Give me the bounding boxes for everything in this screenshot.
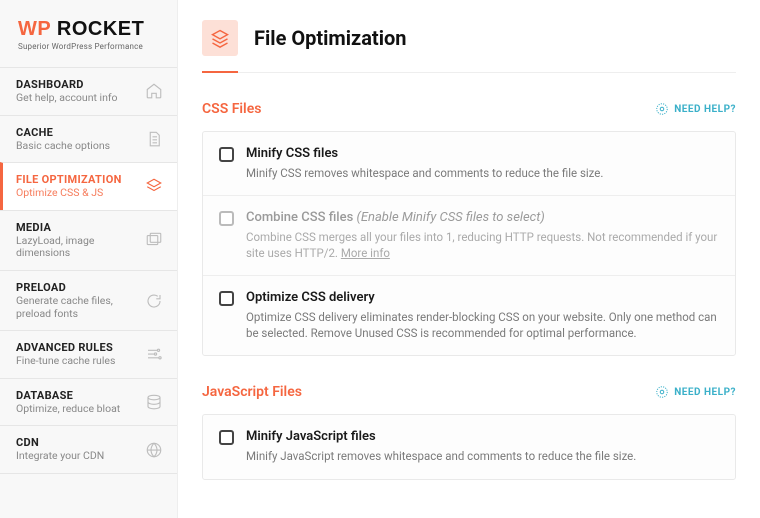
section-head-js: JavaScript Files NEED HELP? — [202, 384, 736, 400]
sidebar-item-advanced-rules[interactable]: ADVANCED RULESFine-tune cache rules — [0, 330, 177, 378]
sidebar-item-cdn[interactable]: CDNIntegrate your CDN — [0, 425, 177, 474]
sidebar-item-dashboard[interactable]: DASHBOARDGet help, account info — [0, 67, 177, 115]
brand-logo: WP ROCKET Superior WordPress Performance — [0, 0, 177, 67]
option-desc: Minify CSS removes whitespace and commen… — [246, 165, 719, 181]
sidebar-item-label: MEDIA — [16, 221, 139, 234]
sidebar-item-preload[interactable]: PRELOADGenerate cache files, preload fon… — [0, 270, 177, 330]
images-icon — [145, 231, 163, 249]
section-title-js: JavaScript Files — [202, 384, 302, 400]
option-title: Minify JavaScript files — [246, 429, 719, 444]
panel-js: Minify JavaScript files Minify JavaScrip… — [202, 414, 736, 479]
sidebar-item-label: PRELOAD — [16, 281, 139, 294]
sliders-icon — [145, 345, 163, 363]
panel-css: Minify CSS files Minify CSS removes whit… — [202, 131, 736, 356]
document-icon — [145, 130, 163, 148]
sidebar-item-cache[interactable]: CACHEBasic cache options — [0, 115, 177, 163]
sidebar-item-label: FILE OPTIMIZATION — [16, 173, 139, 186]
sidebar-item-sub: Get help, account info — [16, 92, 139, 105]
brand-tagline: Superior WordPress Performance — [18, 42, 165, 51]
sidebar-item-sub: Optimize, reduce bloat — [16, 403, 139, 416]
sidebar-nav: DASHBOARDGet help, account info CACHEBas… — [0, 67, 177, 474]
brand-rocket-text: ROCKET — [57, 18, 144, 40]
more-info-link[interactable]: More info — [341, 246, 390, 260]
sidebar-item-sub: Fine-tune cache rules — [16, 355, 139, 368]
sidebar-item-label: DATABASE — [16, 389, 139, 402]
option-combine-css: Combine CSS files (Enable Minify CSS fil… — [203, 196, 735, 276]
sidebar-item-database[interactable]: DATABASEOptimize, reduce bloat — [0, 378, 177, 426]
layers-icon — [210, 28, 230, 48]
page-icon-box — [202, 20, 238, 56]
need-help-js[interactable]: NEED HELP? — [655, 385, 736, 399]
sidebar-item-sub: Integrate your CDN — [16, 450, 139, 463]
sidebar-item-sub: Basic cache options — [16, 140, 139, 153]
help-icon — [655, 385, 669, 399]
sidebar-item-file-optimization[interactable]: FILE OPTIMIZATIONOptimize CSS & JS — [0, 162, 177, 210]
need-help-css[interactable]: NEED HELP? — [655, 102, 736, 116]
sidebar-item-label: DASHBOARD — [16, 78, 139, 91]
option-title: Combine CSS files (Enable Minify CSS fil… — [246, 210, 719, 225]
sidebar-item-label: ADVANCED RULES — [16, 341, 139, 354]
main-content: File Optimization CSS Files NEED HELP? M… — [178, 0, 760, 518]
option-title: Optimize CSS delivery — [246, 290, 719, 305]
option-desc: Combine CSS merges all your files into 1… — [246, 229, 719, 261]
checkbox-minify-css[interactable] — [219, 147, 234, 162]
sidebar: WP ROCKET Superior WordPress Performance… — [0, 0, 178, 518]
page-header: File Optimization — [202, 0, 736, 73]
option-title: Minify CSS files — [246, 146, 719, 161]
option-minify-js: Minify JavaScript files Minify JavaScrip… — [203, 415, 735, 478]
checkbox-combine-css — [219, 211, 234, 226]
checkbox-optimize-css-delivery[interactable] — [219, 291, 234, 306]
option-optimize-css-delivery: Optimize CSS delivery Optimize CSS deliv… — [203, 276, 735, 355]
option-minify-css: Minify CSS files Minify CSS removes whit… — [203, 132, 735, 196]
sidebar-item-sub: LazyLoad, image dimensions — [16, 235, 139, 260]
sidebar-item-sub: Generate cache files, preload fonts — [16, 295, 139, 320]
section-title-css: CSS Files — [202, 101, 261, 117]
option-hint: (Enable Minify CSS files to select) — [357, 210, 545, 225]
help-icon — [655, 102, 669, 116]
sidebar-item-media[interactable]: MEDIALazyLoad, image dimensions — [0, 210, 177, 270]
refresh-icon — [145, 292, 163, 310]
help-label: NEED HELP? — [674, 104, 736, 115]
database-icon — [145, 393, 163, 411]
page-title: File Optimization — [254, 26, 407, 50]
help-label: NEED HELP? — [674, 387, 736, 398]
brand-wp: WP — [18, 18, 51, 40]
sidebar-item-label: CACHE — [16, 126, 139, 139]
home-icon — [145, 82, 163, 100]
section-head-css: CSS Files NEED HELP? — [202, 101, 736, 117]
sidebar-item-sub: Optimize CSS & JS — [16, 187, 139, 200]
sidebar-item-label: CDN — [16, 436, 139, 449]
option-desc: Optimize CSS delivery eliminates render-… — [246, 309, 719, 341]
globe-icon — [145, 441, 163, 459]
option-desc: Minify JavaScript removes whitespace and… — [246, 448, 719, 464]
checkbox-minify-js[interactable] — [219, 430, 234, 445]
layers-icon — [145, 177, 163, 195]
